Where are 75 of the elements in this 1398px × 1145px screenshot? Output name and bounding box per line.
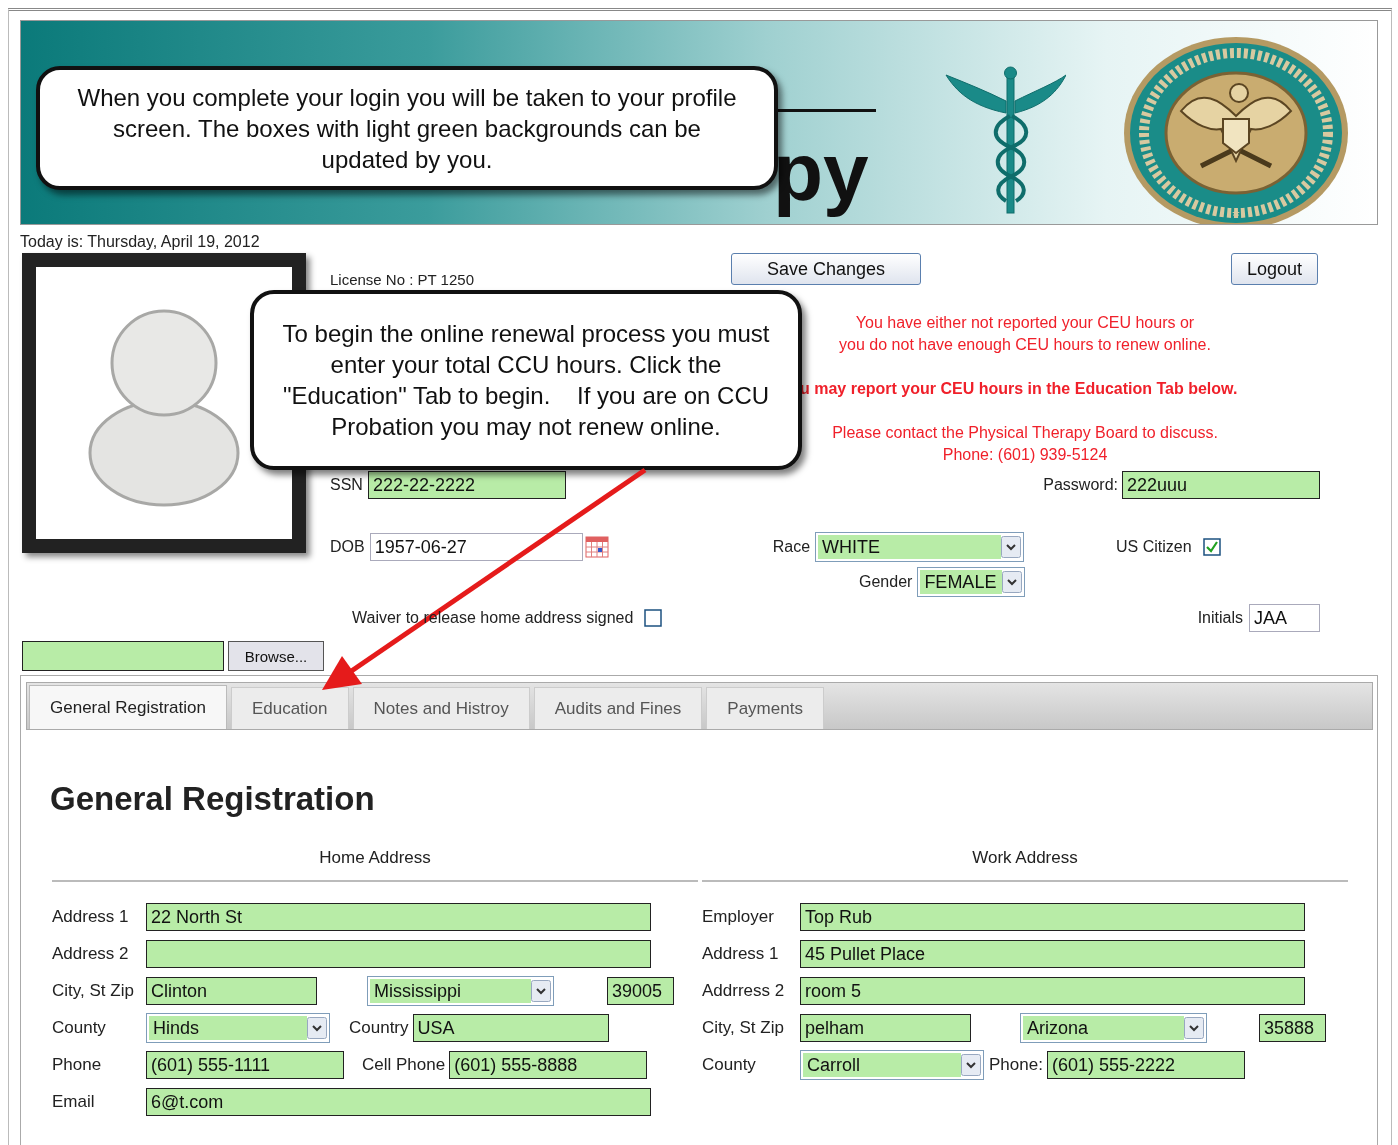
dropdown[interactable]: Mississippi [367,975,554,1006]
text-field[interactable]: 35888 [1259,1013,1326,1042]
text-field[interactable] [146,939,651,968]
date-text: Today is: Thursday, April 19, 2012 [20,233,261,251]
field-label: Password: [1043,476,1118,494]
tab[interactable]: Education [230,687,349,729]
calendar-icon[interactable] [584,536,609,558]
field-label: City, St Zip [702,1017,785,1038]
dropdown[interactable]: Carroll [800,1049,984,1080]
field-label: Employer [702,906,775,927]
caret-icon [961,1053,981,1076]
text-field[interactable]: (601) 555-2222 [1046,1050,1245,1079]
contact-text: Phone: (601) 939-5124 [941,445,1109,465]
dropdown[interactable]: Hinds [146,1012,330,1043]
caret-icon [1001,536,1022,558]
file-path-field[interactable] [22,641,224,671]
save-changes-button[interactable]: Save Changes [731,253,921,285]
field-label: Race [772,538,811,556]
checkbox[interactable] [644,609,663,627]
section-title: General Registration [50,780,376,818]
field-label: Email [52,1091,96,1112]
field-label: County [702,1054,757,1075]
caret-icon [1002,571,1023,593]
dropdown[interactable]: WHITE [815,532,1025,562]
column-heading: Work Address [702,848,1348,882]
date-field[interactable]: 1957-06-27 [369,533,583,561]
browse-button[interactable]: Browse... [228,641,324,671]
caret-icon [531,979,551,1002]
field-label: Address 1 [52,906,130,927]
text-field[interactable]: USA [412,1013,609,1042]
field-label: Cell Phone [362,1054,446,1075]
text-field[interactable]: (601) 555-8888 [449,1050,648,1079]
callout-text: When you complete your login you will be taken to your profile screen. The boxes with light green backgrounds can be updated by you. [36,66,778,190]
caduceus-icon [945,66,1066,214]
text-field[interactable]: 39005 [607,976,674,1005]
tab[interactable]: General Registration [29,685,227,729]
password-field[interactable]: 222uuu [1122,471,1320,499]
callout-text: To begin the online renewal process you must enter your total CCU hours. Click the "Education" Tab to begin. If you are on CCU Probation you may not renew online. [250,290,802,470]
logout-button[interactable]: Logout [1231,253,1318,285]
caret-icon [1184,1016,1204,1039]
text-field[interactable]: 45 Pullet Place [800,939,1305,968]
field-label: US Citizen [1116,538,1192,556]
field-label: Address 2 [52,943,130,964]
checkbox[interactable] [1202,538,1221,556]
warning-text: you do not have enough CEU hours to renew online. [838,335,1212,355]
field-label: County [52,1017,107,1038]
contact-text: Please contact the Physical Therapy Board to discuss. [831,423,1219,443]
column-heading: Home Address [52,848,698,882]
text-field[interactable]: Clinton [146,976,317,1005]
tab[interactable]: Payments [706,687,824,729]
field-label: Phone: [989,1054,1043,1075]
field-label: Address 1 [702,943,780,964]
license-text: License No : PT 1250 [330,271,475,288]
field-label: Gender [859,573,913,591]
text-field[interactable]: pelham [800,1013,971,1042]
text-field[interactable]: 6@t.com [146,1087,651,1116]
text-field[interactable]: room 5 [800,976,1305,1005]
text-field[interactable]: Top Rub [800,902,1305,931]
text-field[interactable]: (601) 555-1111 [146,1050,344,1079]
field-label: DOB [330,538,365,556]
initials-field[interactable]: JAA [1249,604,1320,632]
warning-text: You have either not reported your CEU hours or [854,313,1196,333]
caret-icon [307,1016,327,1039]
field-label: Country [349,1017,409,1038]
dropdown[interactable]: Arizona [1020,1012,1207,1043]
ssn-field[interactable]: 222-22-2222 [367,471,566,499]
field-label: Phone [52,1054,103,1075]
field-label: SSN [330,476,363,494]
field-label: City, St Zip [52,980,135,1001]
dropdown[interactable]: FEMALE [917,567,1026,597]
text-field[interactable]: 22 North St [146,902,651,931]
field-label: Addrress 2 [702,980,786,1001]
field-label: Initials [1197,609,1243,627]
tab[interactable]: Audits and Fines [533,687,703,729]
tab[interactable]: Notes and Histroy [352,687,530,729]
